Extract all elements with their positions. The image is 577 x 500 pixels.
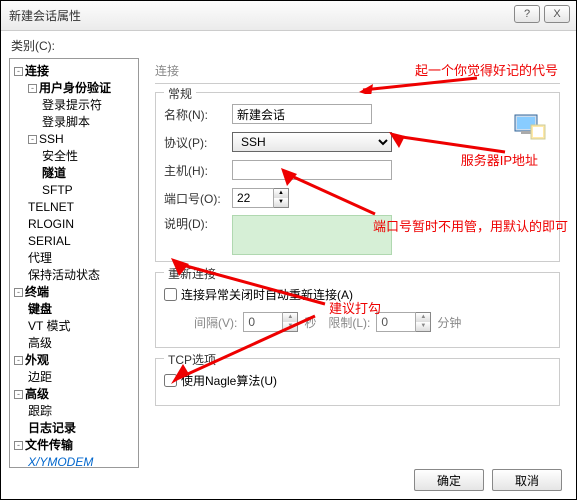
main-panel: 连接 常规 名称(N): 协议(P):SSH 主机(H): 端口号(O): ▲▼… [139,58,568,468]
limit-label: 限制(L): [328,314,370,331]
tree-item[interactable]: 登录提示符 [12,97,136,114]
interval-input [243,312,283,332]
category-label: 类别(C): [1,31,576,58]
tree-item[interactable]: VT 模式 [12,318,136,335]
name-input[interactable] [232,104,372,124]
name-label: 名称(N): [164,106,232,123]
protocol-label: 协议(P): [164,134,232,151]
tree-item[interactable]: -终端 [12,284,136,301]
tree-item[interactable]: X/YMODEM [12,454,136,468]
tree-item[interactable]: SERIAL [12,233,136,250]
tree-item[interactable]: TELNET [12,199,136,216]
tree-item[interactable]: 保持活动状态 [12,267,136,284]
tree-item[interactable]: -高级 [12,386,136,403]
general-legend: 常规 [164,85,196,102]
minutes-label: 分钟 [437,314,461,331]
host-label: 主机(H): [164,162,232,179]
tree-item[interactable]: -文件传输 [12,437,136,454]
protocol-select[interactable]: SSH [232,132,392,152]
section-header: 连接 [155,62,560,79]
tree-item[interactable]: 边距 [12,369,136,386]
port-spinner[interactable]: ▲▼ [274,188,289,208]
ok-button[interactable]: 确定 [414,469,484,491]
tree-item[interactable]: 跟踪 [12,403,136,420]
tcp-group: TCP选项 使用Nagle算法(U) [155,358,560,406]
interval-label: 间隔(V): [194,314,237,331]
category-tree[interactable]: -连接-用户身份验证登录提示符登录脚本-SSH安全性隧道SFTPTELNETRL… [9,58,139,468]
auto-reconnect-checkbox[interactable] [164,288,177,301]
general-group: 常规 名称(N): 协议(P):SSH 主机(H): 端口号(O): ▲▼ 说明… [155,92,560,262]
desc-input[interactable] [232,215,392,255]
reconnect-legend: 重新连接 [164,265,220,282]
help-button[interactable]: ? [514,5,540,23]
tree-item[interactable]: 代理 [12,250,136,267]
port-input[interactable] [232,188,274,208]
seconds-label: 秒 [304,314,316,331]
auto-reconnect-label: 连接异常关闭时自动重新连接(A) [181,286,353,303]
limit-spinner: ▲▼ [416,312,431,332]
tree-item[interactable]: 安全性 [12,148,136,165]
tree-item[interactable]: 登录脚本 [12,114,136,131]
tree-item[interactable]: 高级 [12,335,136,352]
port-label: 端口号(O): [164,190,232,207]
tree-item[interactable]: 键盘 [12,301,136,318]
tree-item[interactable]: SFTP [12,182,136,199]
window-title: 新建会话属性 [9,7,81,24]
nagle-checkbox[interactable] [164,374,177,387]
reconnect-group: 重新连接 连接异常关闭时自动重新连接(A) 间隔(V): ▲▼ 秒 限制(L):… [155,272,560,348]
nagle-label: 使用Nagle算法(U) [181,372,277,389]
limit-input [376,312,416,332]
computer-icon [513,113,547,143]
divider [155,83,560,84]
host-input[interactable] [232,160,392,180]
tree-item[interactable]: -连接 [12,63,136,80]
tcp-legend: TCP选项 [164,351,220,368]
cancel-button[interactable]: 取消 [492,469,562,491]
tree-item[interactable]: 隧道 [12,165,136,182]
close-button[interactable]: X [544,5,570,23]
tree-item[interactable]: -SSH [12,131,136,148]
tree-item[interactable]: -外观 [12,352,136,369]
titlebar: 新建会话属性 ? X [1,1,576,31]
desc-label: 说明(D): [164,215,232,232]
tree-item[interactable]: -用户身份验证 [12,80,136,97]
interval-spinner: ▲▼ [283,312,298,332]
tree-item[interactable]: 日志记录 [12,420,136,437]
tree-item[interactable]: RLOGIN [12,216,136,233]
